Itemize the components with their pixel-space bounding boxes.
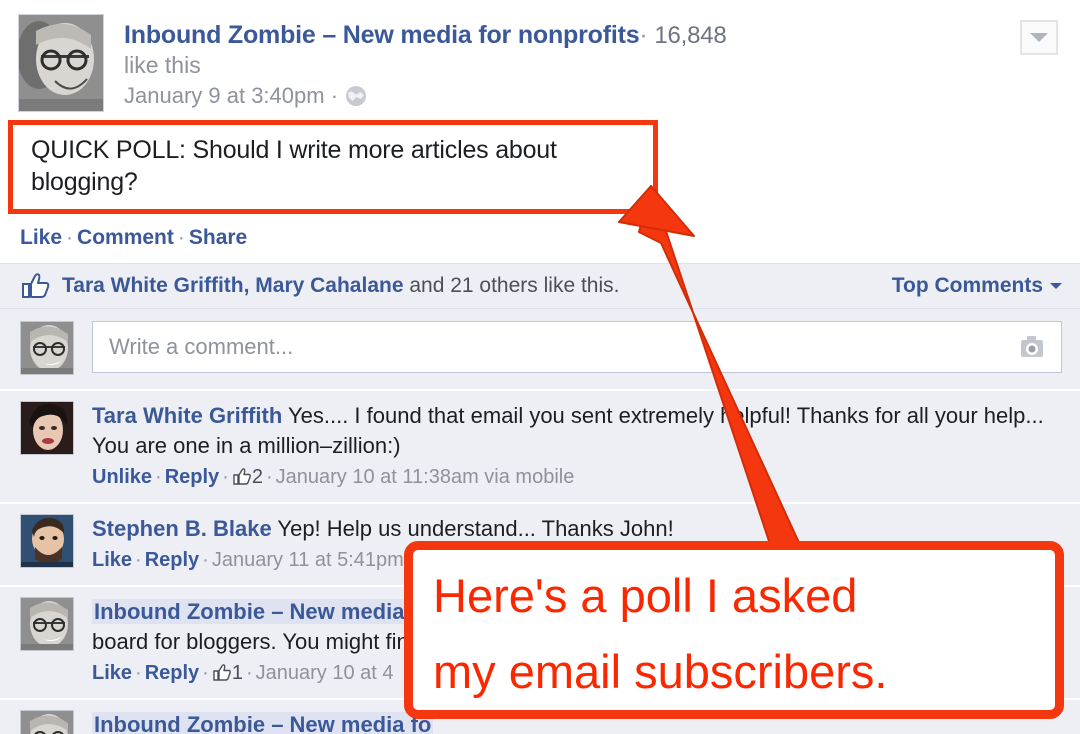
page-like-count: 16,848 (654, 22, 727, 49)
comment-like-count: 1 (231, 662, 243, 684)
meta-separator: · (245, 662, 253, 684)
page-avatar[interactable] (18, 14, 104, 112)
comment-author-link[interactable]: Tara White Griffith (92, 403, 282, 428)
meta-separator: · (202, 662, 209, 684)
comment-text: Tara White Griffith Yes.... I found that… (92, 401, 1062, 461)
meta-separator: · (135, 549, 142, 571)
comment-message: Yep! Help us understand... Thanks John! (271, 516, 674, 541)
likes-names-text: Tara White Griffith, Mary Cahalane and 2… (62, 274, 892, 298)
page-name-line: Inbound Zombie – New media for nonprofit… (124, 20, 1064, 51)
post-timestamp[interactable]: January 9 at 3:40pm (124, 83, 325, 108)
likes-summary-bar: Tara White Griffith, Mary Cahalane and 2… (0, 263, 1080, 309)
commenter-avatar[interactable] (20, 514, 74, 568)
meta-separator: · (265, 466, 273, 488)
comment-input[interactable]: Write a comment... (92, 321, 1062, 373)
commenter-avatar[interactable] (20, 597, 74, 651)
timestamp-separator: · (330, 83, 339, 108)
commenter-avatar-image (21, 402, 73, 454)
commenter-avatar[interactable] (20, 401, 74, 455)
post-body-text: QUICK POLL: Should I write more articles… (31, 136, 557, 196)
like-this-label: like this (124, 52, 201, 78)
comment-body: Tara White Griffith Yes.... I found that… (92, 401, 1062, 492)
top-comments-selector[interactable]: Top Comments (892, 274, 1062, 298)
comment-like-button[interactable]: Like (92, 549, 132, 571)
page-name-link[interactable]: Inbound Zombie – New media for nonprofit… (124, 21, 640, 49)
comment-reply-button[interactable]: Reply (145, 549, 199, 571)
annotation-callout: Here's a poll I asked my email subscribe… (404, 541, 1064, 719)
name-separator: · (639, 21, 648, 49)
comment-author-link[interactable]: Stephen B. Blake (92, 516, 272, 541)
comment-meta: Unlike · Reply · 2 · January 10 at 11:38am via… (92, 463, 1062, 492)
comment-timestamp[interactable]: January 10 at 11:38am via mobile (276, 466, 575, 488)
comment-text: Stephen B. Blake Yep! Help us understand… (92, 514, 1062, 544)
post-body-wrap: QUICK POLL: Should I write more articles… (0, 120, 1080, 214)
meta-separator: · (135, 662, 142, 684)
camera-icon[interactable] (1017, 334, 1047, 360)
comment-author-link[interactable]: Inbound Zombie – New media fo (92, 712, 434, 734)
post-actions: Like · Comment · Share (0, 214, 1080, 263)
action-separator-1: · (66, 226, 74, 249)
liker-names[interactable]: Tara White Griffith, Mary Cahalane (62, 274, 404, 297)
comment-reply-button[interactable]: Reply (145, 662, 199, 684)
poll-highlight-box: QUICK POLL: Should I write more articles… (8, 120, 658, 214)
thumbs-up-icon (212, 661, 231, 681)
comment-input-placeholder: Write a comment... (109, 334, 294, 359)
meta-separator: · (202, 549, 209, 571)
action-separator-2: · (177, 226, 185, 249)
commenter-avatar[interactable] (20, 710, 74, 734)
comment-timestamp[interactable]: January 10 at 4 (256, 662, 394, 684)
chevron-down-icon (1050, 283, 1062, 289)
annotation-line-1: Here's a poll I asked (433, 569, 858, 622)
composer-avatar[interactable] (20, 321, 74, 375)
thumbs-up-icon (232, 465, 251, 485)
comment-like-button[interactable]: Unlike (92, 466, 152, 488)
comment-like-count: 2 (251, 466, 263, 488)
comment-composer: Write a comment... (0, 309, 1080, 389)
facebook-post-screenshot: Inbound Zombie – New media for nonprofit… (0, 0, 1080, 734)
comment-like-button[interactable]: Like (92, 662, 132, 684)
post-menu-button[interactable] (1020, 20, 1058, 55)
comment-reply-button[interactable]: Reply (165, 466, 219, 488)
top-comments-label: Top Comments (891, 274, 1043, 297)
annotation-line-2: my email subscribers. (433, 645, 888, 698)
globe-icon[interactable] (344, 84, 368, 108)
post-timestamp-row: January 9 at 3:40pm · (124, 81, 1064, 111)
commenter-avatar-image (21, 711, 73, 734)
likes-rest-text: and 21 others like this. (403, 274, 620, 297)
composer-avatar-image (21, 322, 73, 374)
share-button[interactable]: Share (189, 226, 247, 249)
meta-separator: · (155, 466, 162, 488)
meta-separator: · (222, 466, 229, 488)
comment-button[interactable]: Comment (77, 226, 174, 249)
chevron-down-icon (1030, 33, 1048, 42)
page-avatar-image (19, 15, 103, 111)
thumbs-up-icon (20, 273, 50, 299)
like-button[interactable]: Like (20, 226, 62, 249)
post-header-text: Inbound Zombie – New media for nonprofit… (124, 14, 1064, 112)
post-header: Inbound Zombie – New media for nonprofit… (0, 0, 1080, 120)
commenter-avatar-image (21, 515, 73, 567)
commenter-avatar-image (21, 598, 73, 650)
comment-row: Tara White Griffith Yes.... I found that… (0, 389, 1080, 502)
